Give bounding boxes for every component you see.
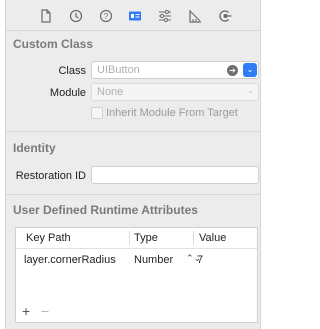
runtime-attributes-table: Key Path Type Value layer.cornerRadius N… (15, 227, 258, 323)
column-header-type[interactable]: Type (134, 232, 158, 244)
add-attribute-button[interactable]: + (22, 303, 30, 319)
identity-inspector-icon[interactable] (128, 9, 142, 23)
custom-class-title: Custom Class (13, 37, 94, 51)
history-icon[interactable] (69, 9, 83, 23)
identity-divider (6, 194, 260, 195)
inspector-toolbar: ? (6, 0, 260, 30)
column-header-key-path[interactable]: Key Path (26, 232, 71, 244)
module-dropdown-icon: ⌄ (247, 86, 254, 95)
class-dropdown-button[interactable]: ⌄ (243, 63, 257, 77)
class-placeholder: UIButton (97, 64, 140, 76)
remove-attribute-button[interactable]: − (41, 303, 49, 319)
table-header-divider (16, 248, 257, 249)
identity-title: Identity (13, 141, 56, 155)
value-cell[interactable]: 7 (197, 254, 203, 266)
class-label: Class (58, 65, 86, 77)
toolbar-divider (6, 30, 260, 31)
inspector-panel: ? Custom Class Class UIButton ➔ ⌄ Module… (5, 0, 261, 329)
class-field[interactable]: UIButton ➔ ⌄ (91, 61, 259, 79)
help-icon[interactable]: ? (99, 9, 113, 23)
module-field[interactable]: None ⌄ (91, 83, 259, 101)
restoration-id-label: Restoration ID (15, 170, 86, 182)
go-to-class-icon[interactable]: ➔ (227, 65, 238, 76)
module-label: Module (49, 87, 86, 99)
inherit-module-checkbox[interactable] (91, 107, 103, 119)
inherit-module-label: Inherit Module From Target (106, 107, 238, 119)
runtime-attributes-title: User Defined Runtime Attributes (13, 203, 198, 217)
module-placeholder: None (97, 86, 124, 98)
svg-text:?: ? (104, 12, 109, 21)
restoration-id-field[interactable] (91, 166, 259, 184)
key-path-cell[interactable]: layer.cornerRadius (24, 254, 116, 266)
column-separator (193, 231, 194, 245)
attributes-inspector-icon[interactable] (158, 9, 172, 23)
size-inspector-icon[interactable] (188, 9, 202, 23)
column-header-value[interactable]: Value (199, 232, 226, 244)
column-separator (129, 231, 130, 245)
type-cell[interactable]: Number (134, 254, 173, 266)
custom-class-divider (6, 131, 260, 132)
connections-inspector-icon[interactable] (218, 9, 232, 23)
file-inspector-icon[interactable] (39, 9, 53, 23)
